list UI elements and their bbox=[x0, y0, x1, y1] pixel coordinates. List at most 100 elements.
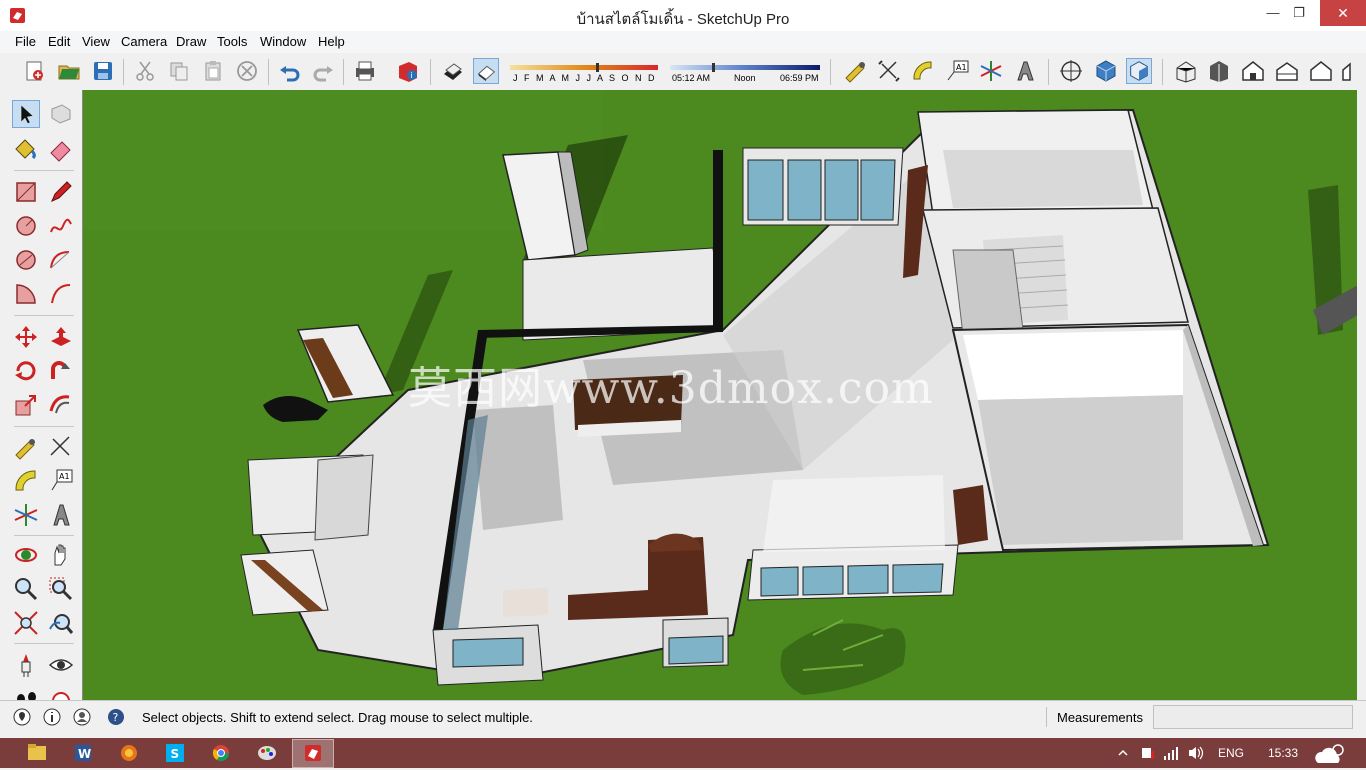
follow-me-icon[interactable] bbox=[47, 357, 75, 385]
scale-icon[interactable] bbox=[12, 391, 40, 419]
3d-text-icon[interactable] bbox=[1012, 58, 1038, 84]
paint-bucket-icon[interactable] bbox=[12, 135, 40, 163]
network-signal-icon[interactable] bbox=[1163, 745, 1179, 761]
move-icon[interactable] bbox=[12, 323, 40, 351]
viewport-right-edge bbox=[1357, 90, 1366, 700]
orbit-icon[interactable] bbox=[12, 541, 40, 569]
tape-measure-icon[interactable] bbox=[12, 433, 40, 461]
user-account-icon[interactable] bbox=[72, 707, 92, 727]
skype-glyph: S bbox=[171, 747, 180, 761]
measurements-input[interactable] bbox=[1153, 705, 1353, 729]
action-center-flag-icon[interactable] bbox=[1140, 745, 1156, 761]
taskbar-paint[interactable] bbox=[246, 739, 288, 768]
geo-location-icon[interactable] bbox=[12, 707, 32, 727]
dimension-icon[interactable] bbox=[47, 433, 75, 461]
taskbar-file-explorer[interactable] bbox=[16, 739, 58, 768]
copy-icon[interactable] bbox=[166, 58, 192, 84]
shadows-toggle-icon[interactable] bbox=[440, 58, 466, 84]
sketchup-icon bbox=[305, 745, 321, 761]
pan-icon[interactable] bbox=[47, 541, 75, 569]
component-icon[interactable] bbox=[47, 100, 75, 128]
pie-icon[interactable] bbox=[12, 280, 40, 308]
previous-view-icon[interactable] bbox=[47, 609, 75, 637]
walk-icon[interactable] bbox=[1093, 58, 1119, 84]
menu-tools[interactable]: Tools bbox=[217, 34, 247, 49]
rectangle-icon[interactable] bbox=[12, 178, 40, 206]
rotate-icon[interactable] bbox=[12, 357, 40, 385]
paste-icon[interactable] bbox=[200, 58, 226, 84]
toolbar-separator bbox=[268, 59, 269, 85]
zoom-window-icon[interactable] bbox=[47, 575, 75, 603]
select-arrow-icon[interactable] bbox=[12, 100, 40, 128]
menu-file[interactable]: File bbox=[15, 34, 36, 49]
circle-icon[interactable] bbox=[12, 212, 40, 240]
zoom-extents-icon[interactable] bbox=[12, 609, 40, 637]
top-view-icon[interactable] bbox=[1206, 58, 1232, 84]
status-message: Select objects. Shift to extend select. … bbox=[142, 710, 533, 725]
restore-button[interactable]: ❐ bbox=[1284, 0, 1314, 26]
watermark-text: 莫西网www.3dmox.com bbox=[408, 363, 934, 414]
cut-icon[interactable] bbox=[132, 58, 158, 84]
taskbar-word[interactable]: W bbox=[62, 739, 104, 768]
redo-icon[interactable] bbox=[310, 58, 336, 84]
erase-selection-icon[interactable] bbox=[234, 58, 260, 84]
protractor-icon[interactable] bbox=[12, 467, 40, 495]
new-file-icon[interactable] bbox=[22, 58, 48, 84]
menu-camera[interactable]: Camera bbox=[121, 34, 167, 49]
taskbar-chrome[interactable] bbox=[200, 739, 242, 768]
3d-text-icon[interactable] bbox=[47, 501, 75, 529]
skype-icon: S bbox=[166, 744, 184, 762]
shadow-date-slider[interactable]: J F M A M J J A S O N D bbox=[510, 63, 658, 85]
open-folder-icon[interactable] bbox=[56, 58, 82, 84]
left-view-icon[interactable] bbox=[1340, 58, 1360, 84]
axes-icon[interactable] bbox=[978, 58, 1004, 84]
model-viewport[interactable]: 莫西网www.3dmox.com bbox=[82, 90, 1358, 700]
axes-icon[interactable] bbox=[12, 501, 40, 529]
model-info-icon[interactable]: i bbox=[395, 58, 421, 84]
text-icon[interactable]: A1 bbox=[47, 467, 75, 495]
save-icon[interactable] bbox=[90, 58, 116, 84]
taskbar-skype[interactable]: S bbox=[154, 739, 196, 768]
tape-measure-icon[interactable] bbox=[842, 58, 868, 84]
credits-info-icon[interactable] bbox=[42, 707, 62, 727]
print-icon[interactable] bbox=[352, 58, 378, 84]
polygon-icon[interactable] bbox=[12, 246, 40, 274]
show-hidden-icons-icon[interactable] bbox=[1118, 748, 1128, 758]
help-icon[interactable]: ? bbox=[106, 707, 126, 727]
protractor-icon[interactable] bbox=[910, 58, 936, 84]
system-clock[interactable]: 15:33 bbox=[1268, 746, 1298, 760]
zoom-icon[interactable] bbox=[12, 575, 40, 603]
position-camera-icon[interactable] bbox=[12, 651, 40, 679]
text-label-icon[interactable]: A1 bbox=[944, 58, 970, 84]
undo-icon[interactable] bbox=[277, 58, 303, 84]
language-indicator[interactable]: ENG bbox=[1218, 746, 1244, 760]
toolbar-separator bbox=[14, 170, 74, 171]
taskbar-firefox[interactable] bbox=[108, 739, 150, 768]
close-button[interactable]: ✕ bbox=[1320, 0, 1366, 26]
push-pull-icon[interactable] bbox=[47, 323, 75, 351]
freehand-icon[interactable] bbox=[47, 212, 75, 240]
dimension-icon[interactable] bbox=[876, 58, 902, 84]
weather-cloud-icon[interactable] bbox=[1312, 741, 1352, 767]
eraser-icon[interactable] bbox=[47, 135, 75, 163]
menu-draw[interactable]: Draw bbox=[176, 34, 206, 49]
fog-icon[interactable] bbox=[473, 58, 499, 84]
look-around-icon[interactable] bbox=[1126, 58, 1152, 84]
iso-view-icon[interactable] bbox=[1173, 58, 1199, 84]
menu-view[interactable]: View bbox=[82, 34, 110, 49]
pencil-icon[interactable] bbox=[47, 178, 75, 206]
right-view-icon[interactable] bbox=[1274, 58, 1300, 84]
taskbar-sketchup[interactable] bbox=[292, 739, 334, 768]
volume-icon[interactable] bbox=[1187, 745, 1205, 761]
front-view-icon[interactable] bbox=[1240, 58, 1266, 84]
back-view-icon[interactable] bbox=[1308, 58, 1334, 84]
arc-icon[interactable] bbox=[47, 246, 75, 274]
look-around-icon[interactable] bbox=[47, 651, 75, 679]
menu-edit[interactable]: Edit bbox=[48, 34, 70, 49]
menu-help[interactable]: Help bbox=[318, 34, 345, 49]
position-camera-icon[interactable] bbox=[1058, 58, 1084, 84]
offset-icon[interactable] bbox=[47, 391, 75, 419]
menu-window[interactable]: Window bbox=[260, 34, 306, 49]
shadow-time-slider[interactable]: 05:12 AM Noon 06:59 PM bbox=[670, 63, 820, 85]
two-point-arc-icon[interactable] bbox=[47, 280, 75, 308]
